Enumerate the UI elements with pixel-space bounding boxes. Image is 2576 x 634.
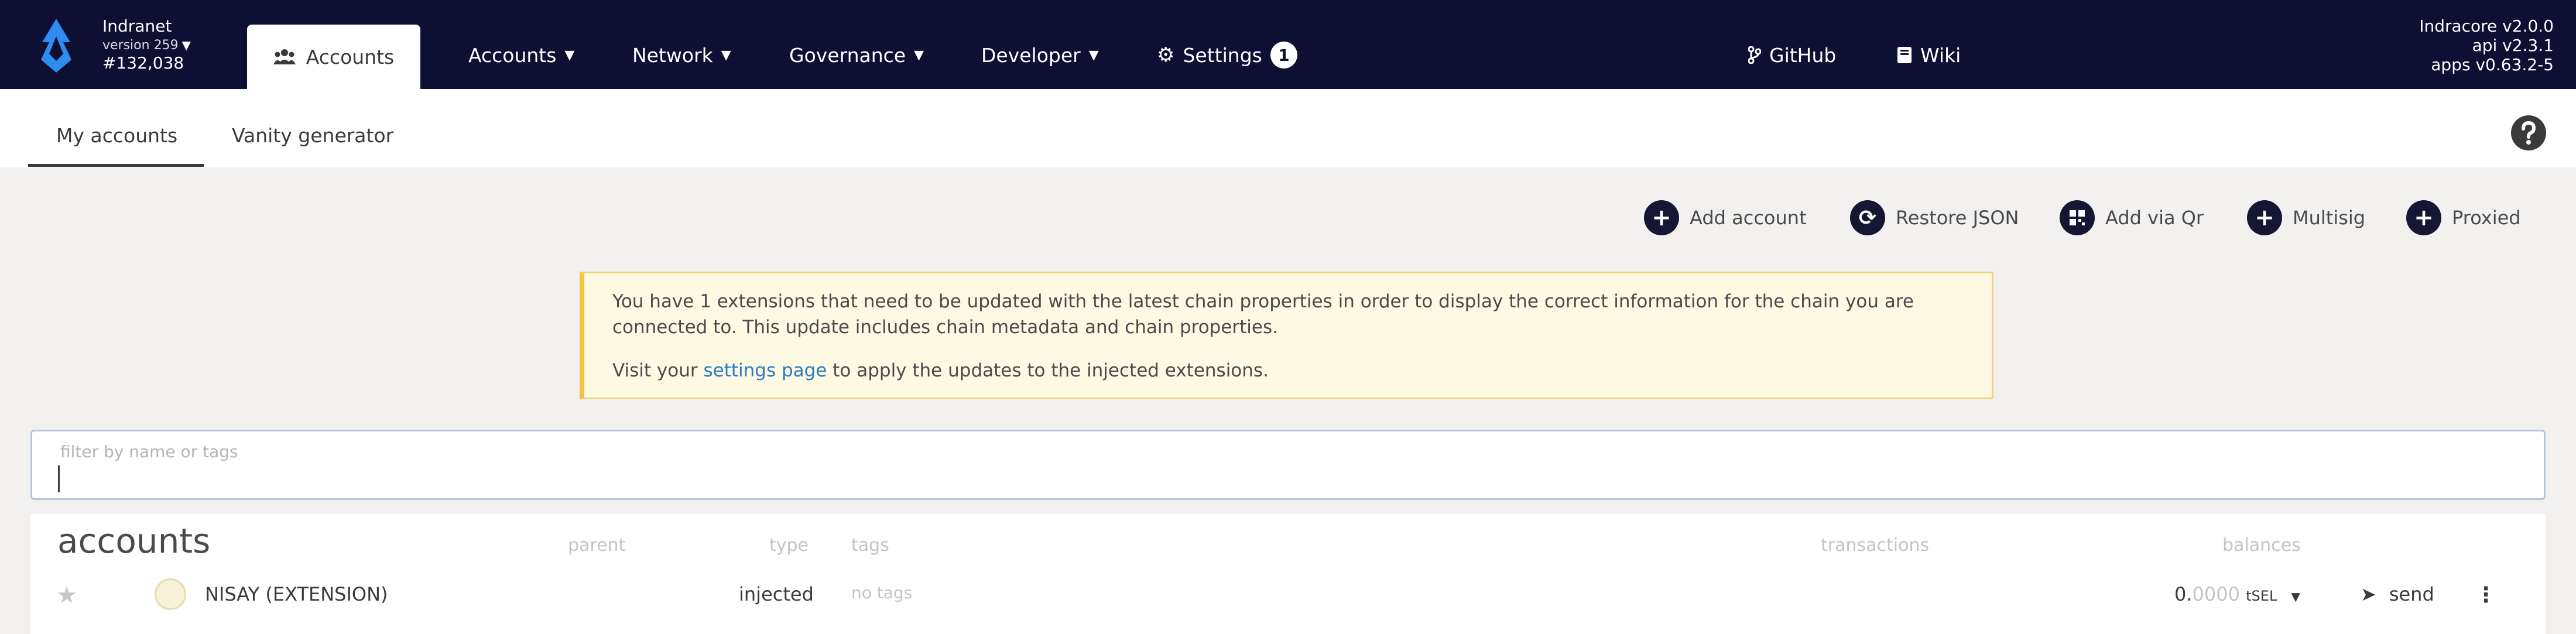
account-tags[interactable]: no tags [851,583,912,602]
send-label: send [2389,583,2434,605]
settings-count-badge: 1 [1270,42,1297,68]
nav-label: Governance [789,43,906,67]
cogs-icon: ⚙ [1157,43,1175,67]
settings-page-link[interactable]: settings page [703,360,827,381]
button-label: Proxied [2452,207,2521,229]
header-balances: balances [2222,535,2301,556]
plus-icon: + [2247,200,2282,235]
caret-down-icon: ▼ [1088,47,1099,63]
apps-version: apps v0.63.2-5 [2431,55,2554,74]
chain-version: version 259 [102,38,179,53]
tab-my-accounts[interactable]: My accounts [56,124,177,147]
header-transactions: transactions [1821,535,1930,556]
node-version: Indracore v2.0.0 [2419,16,2554,36]
account-balance[interactable]: 0.0000 tSEL ▼ [2174,583,2300,605]
nav-wiki-link[interactable]: Wiki [1897,37,1961,73]
nav-settings[interactable]: ⚙ Settings 1 [1157,37,1297,73]
sync-icon: ⟳ [1850,200,1885,235]
nav-github-link[interactable]: GitHub [1748,37,1836,73]
table-title: accounts [57,521,211,561]
nav-label: GitHub [1769,43,1837,67]
favorite-star-icon[interactable]: ★ [56,582,77,609]
button-label: Multisig [2293,207,2366,229]
header-type: type [769,535,809,556]
qrcode-icon [2060,200,2095,235]
caret-down-icon: ▼ [2291,590,2300,604]
code-branch-icon [1748,46,1761,64]
balance-int: 0. [2174,583,2193,605]
plus-icon: + [2406,200,2441,235]
chain-selector[interactable]: Indranet version 259 ▼ #132,038 [102,18,191,72]
chevron-down-icon: ▼ [181,38,191,52]
more-options-icon[interactable]: ⋮ [2475,583,2496,607]
account-name[interactable]: NISAY (EXTENSION) [205,583,388,605]
nav-accounts-menu[interactable]: Accounts ▼ [468,37,574,73]
sub-navbar: My accounts Vanity generator [0,89,2576,167]
nav-label: Developer [981,43,1081,67]
nav-label: Settings [1183,43,1262,67]
header-parent: parent [568,535,626,556]
active-tab-indicator [28,164,204,167]
balance-decimals: 0000 [2192,583,2240,605]
nav-label: Wiki [1920,43,1961,67]
restore-json-button[interactable]: ⟳ Restore JSON [1850,199,2019,237]
tab-vanity-generator[interactable]: Vanity generator [232,124,393,147]
nav-label: Network [632,43,713,67]
help-icon[interactable] [2510,115,2547,151]
header-tags: tags [851,535,889,556]
tab-accounts-label: Accounts [306,45,395,68]
nav-developer-menu[interactable]: Developer ▼ [981,37,1099,73]
filter-label: filter by name or tags [60,442,238,461]
top-navbar: Indranet version 259 ▼ #132,038 Accounts … [0,0,2576,89]
filter-box: filter by name or tags [30,430,2546,500]
balance-unit: tSEL [2246,588,2277,604]
book-icon [1897,47,1912,63]
nav-governance-menu[interactable]: Governance ▼ [789,37,924,73]
proxied-button[interactable]: + Proxied [2406,199,2521,237]
warning-suffix: to apply the updates to the injected ext… [827,360,1269,381]
multisig-button[interactable]: + Multisig [2247,199,2365,237]
caret-down-icon: ▼ [564,47,575,63]
warning-text: You have 1 extensions that need to be up… [612,291,1914,338]
block-number: #132,038 [102,53,184,73]
caret-down-icon: ▼ [914,47,924,63]
accounts-table: accounts parent type tags transactions b… [30,514,2546,634]
nav-label: Accounts [468,43,557,67]
button-label: Add account [1690,207,1807,229]
users-icon [273,49,296,64]
indranet-logo[interactable] [36,19,76,73]
add-via-qr-button[interactable]: Add via Qr [2060,199,2204,237]
version-info: Indracore v2.0.0 api v2.3.1 apps v0.63.2… [2419,16,2554,74]
tab-accounts-active[interactable]: Accounts [247,25,420,89]
nav-network-menu[interactable]: Network ▼ [632,37,731,73]
account-type: injected [739,583,814,605]
send-button[interactable]: ➤ send [2361,583,2434,605]
button-label: Add via Qr [2105,207,2204,229]
warning-action-text: Visit your settings page to apply the up… [612,358,1964,383]
warning-prefix: Visit your [612,360,704,381]
add-account-button[interactable]: + Add account [1644,199,1807,237]
extension-update-warning: You have 1 extensions that need to be up… [580,272,1993,399]
button-label: Restore JSON [1896,207,2019,229]
chain-name: Indranet [102,16,172,36]
filter-input[interactable] [58,465,1235,492]
plus-icon: + [1644,200,1679,235]
caret-down-icon: ▼ [721,47,731,63]
paper-plane-icon: ➤ [2361,583,2376,605]
api-version: api v2.3.1 [2472,36,2554,55]
account-identicon[interactable] [155,578,186,610]
